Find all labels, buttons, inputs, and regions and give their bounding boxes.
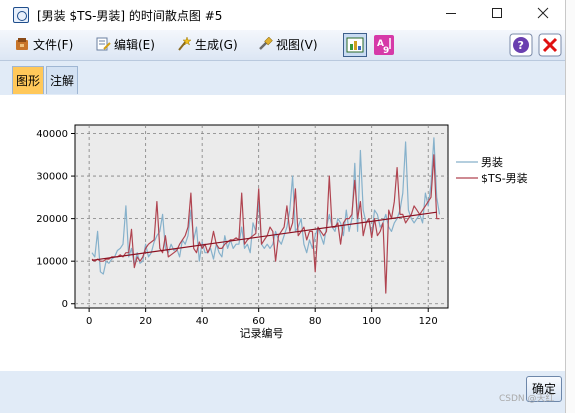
- maximize-button[interactable]: [474, 0, 520, 30]
- menu-file-label: 文件(F): [33, 38, 74, 52]
- legend-label: $TS-男装: [481, 172, 528, 185]
- menu-generate[interactable]: 生成(G): [176, 36, 238, 54]
- close-dialog-button[interactable]: [538, 33, 562, 57]
- menu-file[interactable]: 文件(F): [14, 36, 73, 54]
- time-plot-chart: 0 20 40 60 80 100 120 0 10000 20000 30000 40000 记录编号…: [36, 124, 528, 340]
- view-brush-icon: [259, 37, 273, 50]
- window-title: [男装 $TS-男装] 的时间散点图 #5: [37, 9, 223, 23]
- tab-bar: 图形 注解: [0, 61, 565, 95]
- close-icon: [537, 7, 549, 19]
- legend-label: 男装: [481, 156, 503, 169]
- toolbar-sort-button[interactable]: A 9: [372, 33, 396, 57]
- y-tick-label: 10000: [36, 257, 68, 268]
- tab-annotations[interactable]: 注解: [46, 66, 79, 94]
- watermark: CSDN @天红: [499, 394, 555, 404]
- toolbar-chart-button[interactable]: [343, 33, 367, 57]
- tab-graph-label: 图形: [16, 74, 41, 88]
- menu-generate-label: 生成(G): [195, 38, 238, 52]
- menu-view-label: 视图(V): [276, 38, 318, 52]
- y-tick-label: 0: [62, 299, 68, 310]
- tab-annotations-label: 注解: [50, 74, 75, 88]
- y-tick-label: 20000: [36, 214, 68, 225]
- y-tick-label: 30000: [36, 172, 68, 183]
- edit-icon: [96, 37, 111, 51]
- x-tick-label: 100: [362, 316, 381, 327]
- chart-panel: 0 20 40 60 80 100 120 0 10000 20000 30000 40000 记录编号…: [0, 95, 565, 371]
- x-tick-label: 80: [309, 316, 322, 327]
- x-tick-label: 60: [252, 316, 265, 327]
- sort-icon: A 9: [374, 35, 394, 56]
- x-tick-label: 20: [139, 316, 152, 327]
- maximize-icon: [492, 8, 502, 18]
- title-bar: [男装 $TS-男装] 的时间散点图 #5: [0, 0, 565, 30]
- button-bar: [0, 371, 565, 413]
- menu-edit[interactable]: 编辑(E): [95, 36, 155, 54]
- x-tick-label: 120: [419, 316, 438, 327]
- menu-edit-label: 编辑(E): [114, 38, 155, 52]
- svg-text:?: ?: [518, 39, 524, 52]
- time-plot-window: [男装 $TS-男装] 的时间散点图 #5 文件(F) 编辑(E) 生成(G) …: [0, 0, 566, 413]
- x-axis-label: 记录编号: [240, 326, 284, 340]
- help-icon: ?: [509, 33, 533, 57]
- x-tick-label: 0: [86, 316, 92, 327]
- close-button[interactable]: [520, 0, 566, 30]
- menu-view[interactable]: 视图(V): [257, 36, 318, 54]
- close-red-icon: [538, 33, 562, 57]
- help-button[interactable]: ?: [509, 33, 533, 57]
- y-tick-label: 40000: [36, 129, 68, 140]
- menu-bar: 文件(F) 编辑(E) 生成(G) 视图(V) A 9 ?: [0, 30, 565, 61]
- tab-graph[interactable]: 图形: [12, 66, 45, 94]
- generate-icon: [178, 37, 192, 51]
- minimize-button[interactable]: [428, 0, 474, 30]
- chart-icon: [346, 37, 364, 53]
- background-strip: [566, 0, 575, 413]
- minimize-icon: [446, 13, 456, 14]
- svg-text:9: 9: [383, 46, 389, 56]
- x-tick-label: 40: [196, 316, 209, 327]
- app-icon: [13, 7, 29, 23]
- file-icon: [16, 38, 28, 50]
